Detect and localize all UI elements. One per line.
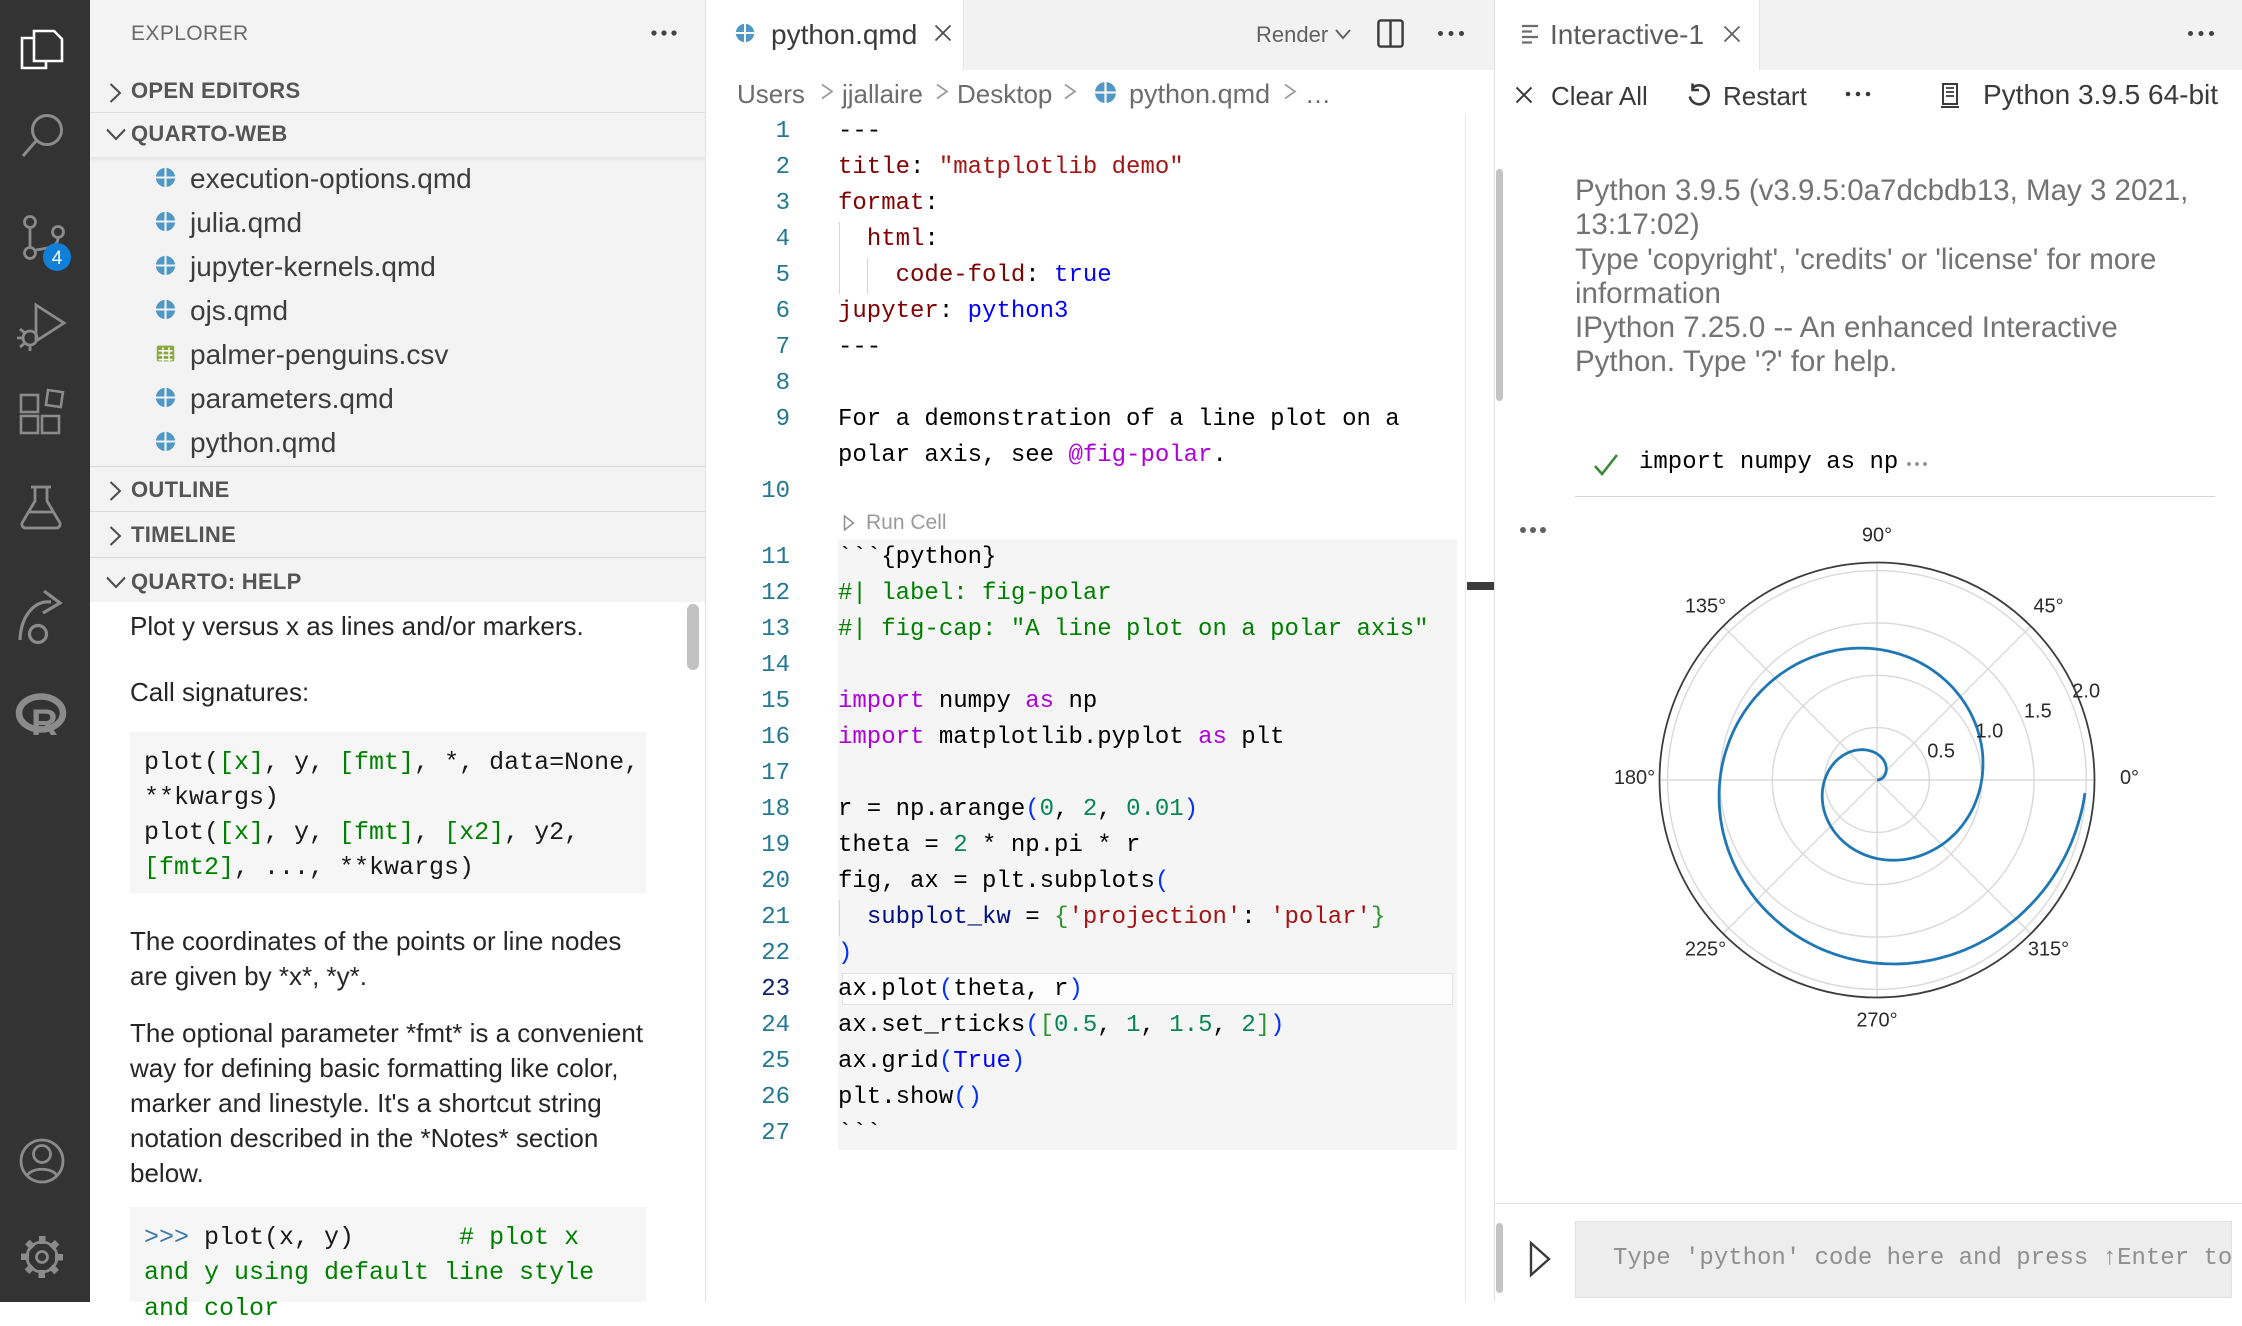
- svg-text:R: R: [31, 702, 58, 743]
- svg-text:1.0: 1.0: [1975, 720, 2003, 742]
- svg-text:225°: 225°: [1685, 939, 1726, 961]
- svg-text:1.5: 1.5: [2024, 700, 2052, 722]
- svg-text:90°: 90°: [1862, 525, 1892, 547]
- svg-text:4: 4: [52, 248, 63, 269]
- svg-text:45°: 45°: [2033, 596, 2063, 618]
- svg-text:0.5: 0.5: [1927, 741, 1955, 763]
- svg-text:270°: 270°: [1856, 1010, 1897, 1032]
- svg-text:180°: 180°: [1614, 767, 1655, 789]
- svg-text:135°: 135°: [1685, 596, 1726, 618]
- svg-text:2.0: 2.0: [2072, 680, 2100, 702]
- svg-text:315°: 315°: [2028, 939, 2069, 961]
- svg-text:0°: 0°: [2120, 767, 2139, 789]
